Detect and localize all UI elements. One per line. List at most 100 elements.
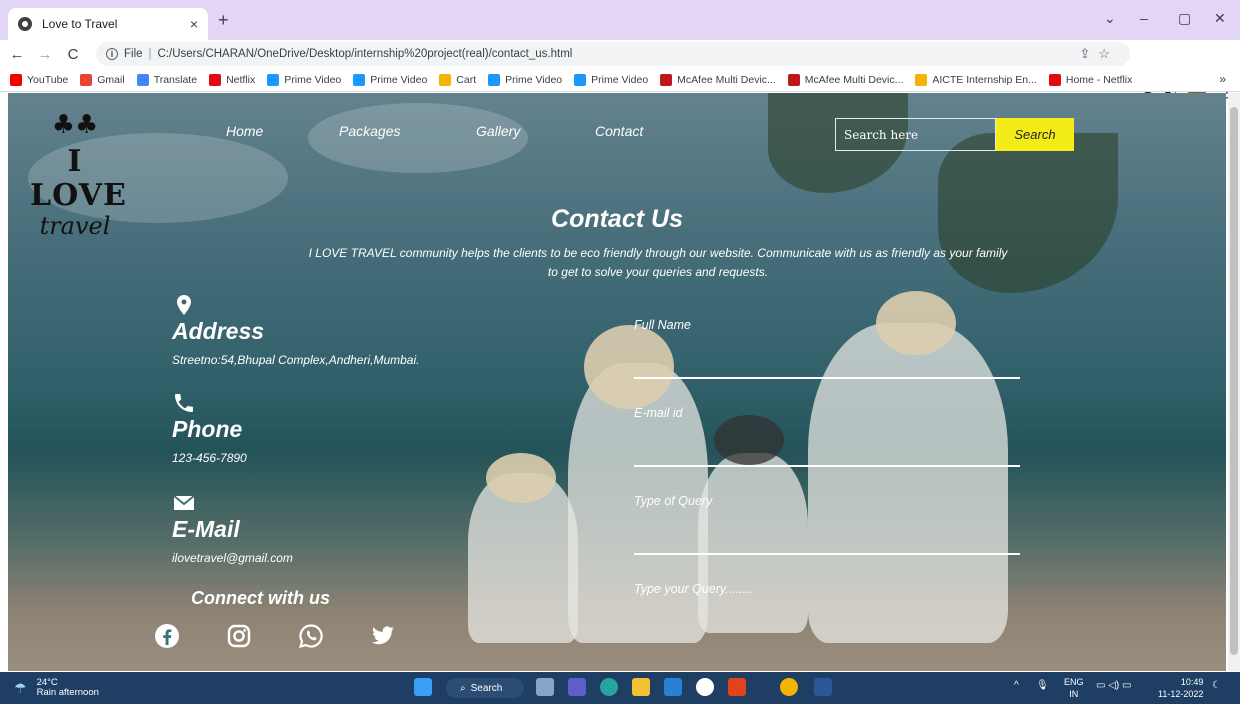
mic-icon[interactable]: 🎙: [1036, 680, 1049, 691]
instagram-icon[interactable]: [226, 623, 252, 649]
query-type-field[interactable]: [634, 553, 1020, 555]
tab-close-icon[interactable]: ×: [190, 16, 198, 32]
man-figure: [808, 323, 1008, 643]
nav-contact[interactable]: Contact: [595, 123, 643, 139]
clock[interactable]: 10:49 11-12-2022: [1158, 676, 1203, 700]
bookmark-item[interactable]: Prime Video: [353, 73, 428, 86]
office-icon[interactable]: [728, 678, 746, 696]
dell-icon[interactable]: [696, 678, 714, 696]
full-name-field[interactable]: [634, 377, 1020, 379]
bookmark-item[interactable]: Cart: [439, 73, 476, 86]
url-field[interactable]: i File | C:/Users/CHARAN/OneDrive/Deskto…: [96, 42, 1130, 66]
boy-figure: [698, 453, 808, 633]
bookmark-favicon-icon: [209, 73, 222, 86]
reload-icon[interactable]: C: [62, 46, 84, 63]
page-title: Contact Us: [551, 205, 683, 233]
site-info-icon[interactable]: i: [106, 48, 118, 60]
bookmark-label: Prime Video: [284, 73, 342, 86]
bookmark-label: YouTube: [27, 73, 69, 86]
bookmark-favicon-icon: [80, 73, 93, 86]
bookmark-label: McAfee Multi Devic...: [804, 73, 904, 86]
search-input[interactable]: [835, 118, 996, 151]
taskbar-search[interactable]: ⌕ Search: [446, 678, 524, 698]
forward-icon[interactable]: →: [34, 46, 56, 63]
email-field[interactable]: [634, 465, 1020, 467]
url-separator: |: [148, 48, 152, 60]
search-button[interactable]: Search: [996, 118, 1074, 151]
nav-packages[interactable]: Packages: [339, 123, 400, 139]
weather-widget[interactable]: ☂ 24°C Rain afternoon: [14, 678, 99, 698]
bookmark-favicon-icon: [267, 73, 280, 86]
bookmark-item[interactable]: Prime Video: [488, 73, 563, 86]
clock-date: 11-12-2022: [1158, 689, 1204, 699]
email-heading: E-Mail: [172, 516, 240, 542]
bookmark-favicon-icon: [439, 73, 452, 86]
contact-page: ♣♣ I LOVE travel Home Packages Gallery C…: [8, 93, 1226, 671]
mail-icon[interactable]: [664, 678, 682, 696]
bookmark-label: Gmail: [97, 73, 125, 86]
bookmark-item[interactable]: YouTube: [10, 73, 69, 86]
notifications-icon[interactable]: ☾: [1212, 680, 1221, 691]
bookmark-item[interactable]: Netflix: [209, 73, 255, 86]
palm-trees-icon: ♣♣: [51, 110, 99, 140]
clock-time: 10:49: [1180, 677, 1204, 687]
network-volume-battery-icons[interactable]: ▭ ◁) ▭: [1096, 680, 1131, 691]
bookmark-label: AICTE Internship En...: [932, 73, 1037, 86]
tab-search-icon[interactable]: ⌄: [1104, 10, 1116, 27]
bookmark-item[interactable]: Prime Video: [267, 73, 342, 86]
edge-icon[interactable]: [600, 678, 618, 696]
bookmark-item[interactable]: McAfee Multi Devic...: [787, 73, 904, 86]
phone-heading: Phone: [172, 416, 243, 442]
bookmark-item[interactable]: Prime Video: [574, 73, 648, 86]
windows-taskbar: ☂ 24°C Rain afternoon ⌕ Search ^ 🎙 ENG I…: [0, 672, 1240, 704]
bookmark-favicon-icon: [787, 73, 800, 86]
bookmark-label: Prime Video: [505, 73, 563, 86]
bookmark-favicon-icon: [915, 73, 928, 86]
bookmark-favicon-icon: [10, 73, 22, 86]
page-scrollbar[interactable]: [1228, 93, 1240, 671]
page-subtitle: I LOVE TRAVEL community helps the client…: [308, 246, 1008, 279]
back-icon[interactable]: ←: [6, 46, 28, 63]
tab-favicon-icon: [18, 17, 32, 31]
new-tab-button[interactable]: +: [218, 10, 229, 31]
minimize-icon[interactable]: –: [1140, 10, 1148, 26]
query-textarea[interactable]: Type your Query........: [634, 582, 753, 596]
taskbar-search-label: Search: [470, 682, 503, 694]
bookmark-item[interactable]: Home - Netflix: [1048, 73, 1133, 86]
region-code: IN: [1069, 689, 1079, 699]
phone-block: Phone 123-456-7890: [172, 391, 247, 465]
bookmark-label: Prime Video: [370, 73, 428, 86]
nav-gallery[interactable]: Gallery: [476, 123, 520, 139]
scrollbar-thumb[interactable]: [1230, 107, 1238, 655]
file-explorer-icon[interactable]: [632, 678, 650, 696]
more-bookmarks-icon[interactable]: »: [1219, 72, 1226, 86]
language-indicator[interactable]: ENG IN: [1064, 676, 1084, 700]
bookmark-favicon-icon: [136, 73, 149, 86]
query-type-label: Type of Query: [634, 494, 713, 508]
chat-icon[interactable]: [568, 678, 586, 696]
facebook-icon[interactable]: [154, 623, 180, 649]
logo-line1: I LOVE: [30, 144, 127, 213]
chrome-icon[interactable]: [780, 678, 798, 696]
close-window-icon[interactable]: ✕: [1214, 10, 1226, 27]
share-bookmark-icons[interactable]: ⇪☆: [1079, 46, 1118, 62]
bookmark-item[interactable]: Gmail: [80, 73, 125, 86]
bookmark-item[interactable]: McAfee Multi Devic...: [660, 73, 776, 86]
start-icon[interactable]: [414, 678, 432, 696]
word-icon[interactable]: [814, 678, 832, 696]
bookmark-item[interactable]: AICTE Internship En...: [915, 73, 1037, 86]
maximize-icon[interactable]: ▢: [1178, 10, 1191, 27]
email-text: ilovetravel@gmail.com: [172, 551, 293, 565]
show-hidden-icons[interactable]: ^: [1014, 680, 1019, 691]
address-text: Streetno:54,Bhupal Complex,Andheri,Mumba…: [172, 353, 420, 367]
twitter-icon[interactable]: [370, 623, 396, 649]
task-view-icon[interactable]: [536, 678, 554, 696]
bookmarks-bar: YouTube Gmail Translate Netflix Prime Video P…: [0, 68, 1240, 92]
hat-decoration: [714, 415, 784, 465]
address-heading: Address: [172, 318, 265, 344]
bookmark-label: Home - Netflix: [1065, 73, 1133, 86]
bookmark-item[interactable]: Translate: [136, 73, 197, 86]
browser-tab[interactable]: Love to Travel ×: [8, 8, 208, 40]
nav-home[interactable]: Home: [226, 123, 263, 139]
whatsapp-icon[interactable]: [298, 623, 324, 649]
